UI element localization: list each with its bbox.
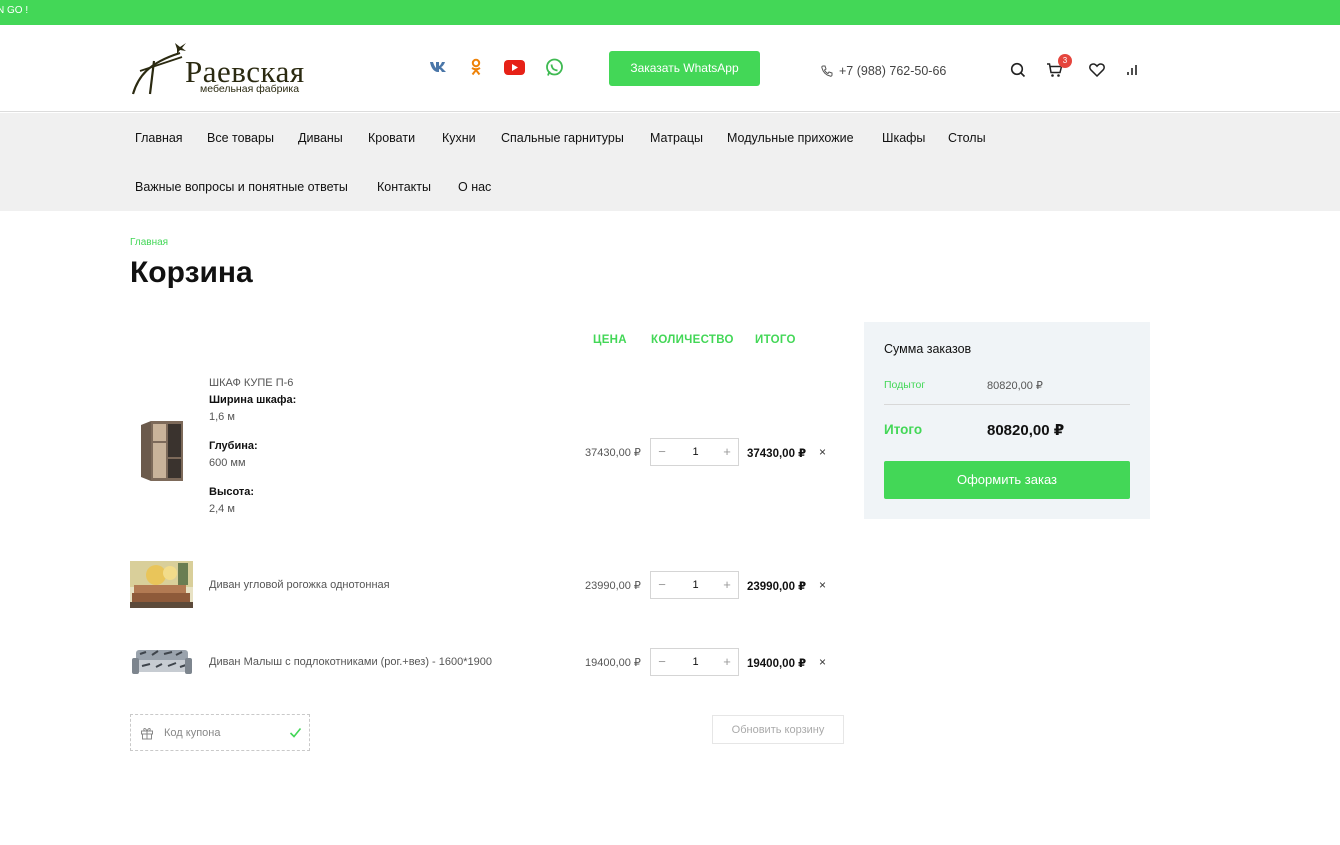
nav-item-faq[interactable]: Важные вопросы и понятные ответы <box>135 180 348 194</box>
quantity-decrease-button[interactable]: − <box>651 649 673 675</box>
column-header-price: ЦЕНА <box>593 334 627 346</box>
logo-subtitle: мебельная фабрика <box>200 83 300 95</box>
order-summary-panel: Сумма заказов Подытог 80820,00 ₽ Итого 8… <box>864 322 1150 519</box>
item-total: 19400,00 ₽ <box>747 658 807 670</box>
update-cart-button[interactable]: Обновить корзину <box>712 715 844 744</box>
product-image-corner-sofa[interactable] <box>130 561 193 608</box>
phone-link[interactable]: +7 (988) 762-50-66 <box>821 64 946 78</box>
quantity-increase-button[interactable]: + <box>716 649 738 675</box>
nav-item-home[interactable]: Главная <box>135 131 183 145</box>
product-name[interactable]: Диван угловой рогожка однотонная <box>209 579 390 591</box>
product-name[interactable]: ШКАФ КУПЕ П-6 <box>209 377 293 389</box>
quantity-input[interactable]: 1 <box>673 649 718 675</box>
main-navigation: Главная Все товары Диваны Кровати Кухни … <box>0 113 1340 211</box>
nav-item-hallways[interactable]: Модульные прихожие <box>727 131 854 145</box>
attribute-value: 2,4 м <box>209 503 235 515</box>
phone-number: +7 (988) 762-50-66 <box>839 64 947 78</box>
coupon-placeholder: Код купона <box>164 727 221 739</box>
quantity-input[interactable]: 1 <box>673 572 718 598</box>
quantity-increase-button[interactable]: + <box>716 572 738 598</box>
quantity-stepper: − 1 + <box>650 438 739 466</box>
quantity-input[interactable]: 1 <box>673 439 718 465</box>
nav-item-bedroom-sets[interactable]: Спальные гарнитуры <box>501 131 624 145</box>
nav-item-about[interactable]: О нас <box>458 180 491 194</box>
subtotal-value: 80820,00 ₽ <box>987 380 1043 392</box>
nav-item-contacts[interactable]: Контакты <box>377 180 431 194</box>
total-value: 80820,00 ₽ <box>987 422 1065 439</box>
nav-item-beds[interactable]: Кровати <box>368 131 415 145</box>
remove-item-button[interactable]: × <box>819 578 826 592</box>
attribute-label: Ширина шкафа: <box>209 394 297 406</box>
item-price: 23990,00 ₽ <box>585 580 641 592</box>
top-announcement-bar: N GO ! <box>0 0 1340 25</box>
attribute-value: 600 мм <box>209 457 246 469</box>
quantity-decrease-button[interactable]: − <box>651 572 673 598</box>
breadcrumb[interactable]: Главная <box>130 237 168 248</box>
product-image-small-sofa[interactable] <box>132 646 192 678</box>
item-price: 37430,00 ₽ <box>585 447 641 459</box>
quantity-stepper: − 1 + <box>650 571 739 599</box>
logo-arrow-icon <box>131 43 186 95</box>
nav-item-tables[interactable]: Столы <box>948 131 986 145</box>
ok-icon[interactable] <box>467 57 485 77</box>
nav-item-all-products[interactable]: Все товары <box>207 131 274 145</box>
subtotal-label: Подытог <box>884 379 926 391</box>
item-price: 19400,00 ₽ <box>585 657 641 669</box>
product-name[interactable]: Диван Малыш с подлокотниками (рог.+вез) … <box>209 656 492 668</box>
compare-icon[interactable] <box>1123 61 1141 79</box>
coupon-field[interactable]: Код купона <box>130 714 310 751</box>
product-image-wardrobe[interactable] <box>139 419 185 483</box>
search-icon[interactable] <box>1009 61 1027 79</box>
summary-title: Сумма заказов <box>884 342 972 356</box>
nav-item-mattresses[interactable]: Матрацы <box>650 131 703 145</box>
whatsapp-icon[interactable] <box>544 57 564 77</box>
column-header-total: ИТОГО <box>755 334 796 346</box>
item-total: 23990,00 ₽ <box>747 581 807 593</box>
summary-divider <box>884 404 1130 405</box>
youtube-icon[interactable] <box>503 57 525 77</box>
phone-icon <box>821 65 833 77</box>
remove-item-button[interactable]: × <box>819 445 826 459</box>
logo[interactable]: Раевская мебельная фабрика <box>130 39 330 99</box>
quantity-decrease-button[interactable]: − <box>651 439 673 465</box>
page-title: Корзина <box>130 256 253 289</box>
column-header-quantity: КОЛИЧЕСТВО <box>651 334 734 346</box>
attribute-value: 1,6 м <box>209 411 235 423</box>
nav-item-kitchens[interactable]: Кухни <box>442 131 476 145</box>
attribute-label: Высота: <box>209 486 255 498</box>
attribute-label: Глубина: <box>209 440 258 452</box>
site-header: Раевская мебельная фабрика Заказать What… <box>0 25 1340 112</box>
item-total: 37430,00 ₽ <box>747 448 807 460</box>
nav-item-sofas[interactable]: Диваны <box>298 131 343 145</box>
apply-coupon-check-icon[interactable] <box>289 726 302 739</box>
nav-item-wardrobes[interactable]: Шкафы <box>882 131 925 145</box>
gift-icon <box>141 728 153 740</box>
total-label: Итого <box>884 422 923 437</box>
checkout-button[interactable]: Оформить заказ <box>884 461 1130 499</box>
wishlist-heart-icon[interactable] <box>1088 61 1106 79</box>
quantity-stepper: − 1 + <box>650 648 739 676</box>
remove-item-button[interactable]: × <box>819 655 826 669</box>
order-whatsapp-button[interactable]: Заказать WhatsApp <box>609 51 760 86</box>
quantity-increase-button[interactable]: + <box>716 439 738 465</box>
announcement-text: N GO ! <box>0 5 29 16</box>
cart-count-badge: 3 <box>1058 54 1072 68</box>
vk-icon[interactable] <box>428 57 448 77</box>
